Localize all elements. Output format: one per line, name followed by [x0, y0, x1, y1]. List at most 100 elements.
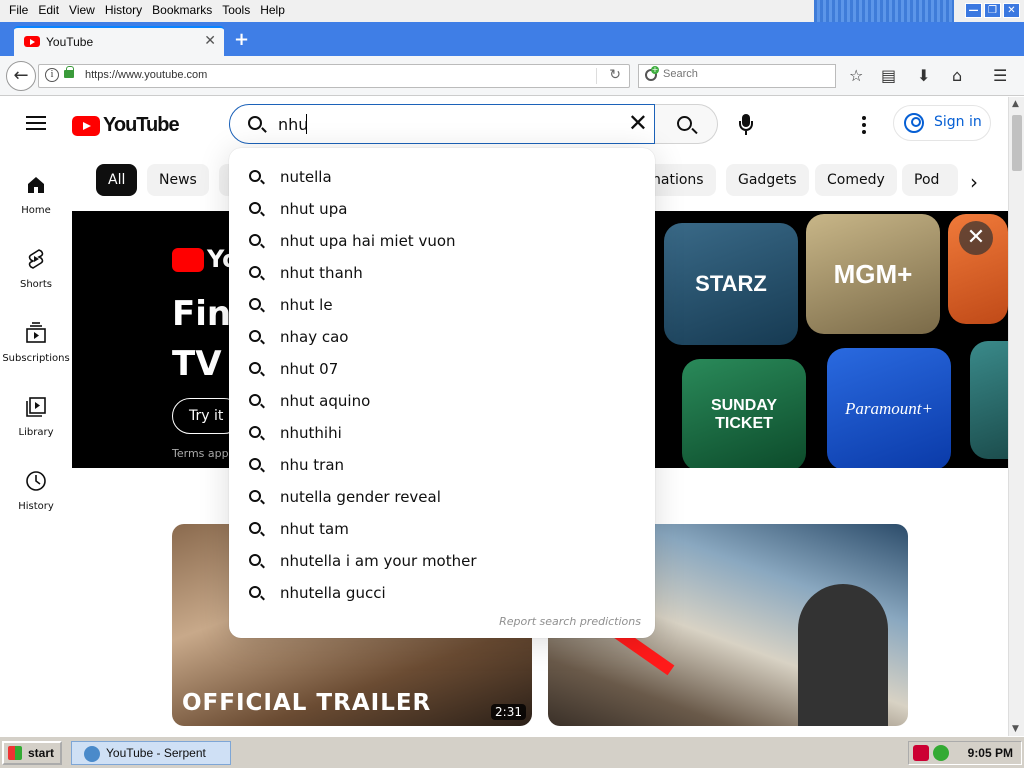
- close-window-button[interactable]: ✕: [1003, 3, 1020, 18]
- text-cursor: [306, 114, 307, 134]
- search-icon: [249, 458, 261, 470]
- menu-file[interactable]: File: [4, 3, 33, 17]
- search-suggestion-item[interactable]: nhu tran: [229, 449, 655, 481]
- chip-comedy[interactable]: Comedy: [815, 164, 897, 196]
- clock: 9:05 PM: [967, 746, 1013, 760]
- guide-item-library[interactable]: Library: [0, 395, 72, 438]
- search-suggestion-item[interactable]: nhut upa: [229, 193, 655, 225]
- shorts-icon: [24, 247, 48, 271]
- suggestion-text: nhuthihi: [280, 424, 342, 442]
- youtube-favicon-icon: [24, 36, 40, 47]
- search-icon: [249, 170, 261, 182]
- microphone-icon[interactable]: [738, 114, 754, 136]
- guide-label: Home: [21, 205, 51, 216]
- youtube-wordmark: YouTube: [103, 114, 180, 136]
- search-input[interactable]: nhu: [278, 115, 308, 134]
- more-options-icon[interactable]: [862, 116, 866, 137]
- report-predictions-link[interactable]: Report search predictions: [499, 615, 641, 628]
- search-icon: [248, 116, 262, 130]
- vertical-scrollbar[interactable]: ▲ ▼: [1008, 97, 1024, 736]
- suggestion-text: nhut aquino: [280, 392, 371, 410]
- browser-search-input[interactable]: [663, 68, 823, 80]
- home-icon: [24, 173, 48, 197]
- suggestion-text: nhut tam: [280, 520, 349, 538]
- chip-gadgets[interactable]: Gadgets: [726, 164, 809, 196]
- search-icon: [677, 116, 692, 131]
- lock-icon[interactable]: [64, 66, 74, 78]
- menu-history[interactable]: History: [100, 3, 147, 17]
- video-duration: 2:31: [491, 704, 526, 720]
- youtube-logo[interactable]: YouTube: [72, 114, 180, 137]
- menu-help[interactable]: Help: [255, 3, 290, 17]
- search-suggestion-item[interactable]: nhut le: [229, 289, 655, 321]
- guide-item-subscriptions[interactable]: Subscriptions: [0, 321, 72, 364]
- menu-bar: File Edit View History Bookmarks Tools H…: [0, 0, 1024, 54]
- guide-item-shorts[interactable]: Shorts: [0, 247, 72, 290]
- search-suggestion-item[interactable]: nhuthihi: [229, 417, 655, 449]
- menu-tools[interactable]: Tools: [217, 3, 255, 17]
- sign-in-button[interactable]: Sign in: [893, 105, 991, 141]
- network-tray-icon[interactable]: [933, 745, 949, 761]
- guide-label: Subscriptions: [2, 353, 70, 364]
- suggestion-text: nhut upa hai miet vuon: [280, 232, 456, 250]
- search-suggestion-item[interactable]: nhay cao: [229, 321, 655, 353]
- start-label: start: [28, 746, 55, 760]
- menu-bookmarks[interactable]: Bookmarks: [147, 3, 217, 17]
- search-suggestion-item[interactable]: nhut tam: [229, 513, 655, 545]
- menu-edit[interactable]: Edit: [33, 3, 64, 17]
- search-suggestion-item[interactable]: nhut 07: [229, 353, 655, 385]
- guide-item-history[interactable]: History: [0, 469, 72, 512]
- reading-list-icon[interactable]: ▤: [881, 66, 896, 85]
- chip-news[interactable]: News: [147, 164, 209, 196]
- reload-icon[interactable]: ↻: [609, 67, 621, 83]
- back-button[interactable]: ←: [6, 61, 36, 91]
- search-suggestion-item[interactable]: nhut thanh: [229, 257, 655, 289]
- browser-search-box[interactable]: +: [638, 64, 836, 88]
- scroll-up-icon[interactable]: ▲: [1012, 99, 1019, 109]
- antivirus-tray-icon[interactable]: [913, 745, 929, 761]
- search-suggestion-item[interactable]: nutella gender reveal: [229, 481, 655, 513]
- suggestion-text: nutella gender reveal: [280, 488, 441, 506]
- account-icon: [904, 113, 924, 133]
- clear-search-icon[interactable]: ✕: [628, 109, 648, 137]
- tile-partial-2: [970, 341, 1008, 459]
- scrollbar-thumb[interactable]: [1012, 115, 1022, 171]
- banner-close-icon[interactable]: ✕: [959, 221, 993, 255]
- search-suggestion-item[interactable]: nhutella gucci: [229, 577, 655, 609]
- menu-view[interactable]: View: [64, 3, 100, 17]
- minimize-button[interactable]: —: [965, 3, 982, 18]
- search-suggestion-item[interactable]: nhut aquino: [229, 385, 655, 417]
- search-icon: [249, 490, 261, 502]
- url-text[interactable]: https://www.youtube.com: [85, 69, 207, 81]
- scroll-down-icon[interactable]: ▼: [1012, 724, 1019, 734]
- tab-youtube[interactable]: YouTube ✕: [14, 26, 224, 56]
- guide-label: Shorts: [19, 279, 53, 290]
- search-suggestion-item[interactable]: nhut upa hai miet vuon: [229, 225, 655, 257]
- search-icon: [249, 330, 261, 342]
- youtube-search-box[interactable]: nhu ✕: [229, 104, 655, 144]
- suggestion-text: nhut thanh: [280, 264, 363, 282]
- home-icon[interactable]: ⌂: [952, 66, 962, 85]
- windows-logo-icon: [8, 746, 22, 760]
- url-bar[interactable]: i https://www.youtube.com ↻: [38, 64, 630, 88]
- chevron-right-icon[interactable]: ›: [970, 170, 978, 194]
- search-suggestion-item[interactable]: nutella: [229, 161, 655, 193]
- search-suggestion-item[interactable]: nhutella i am your mother: [229, 545, 655, 577]
- app-menu-icon[interactable]: ☰: [993, 66, 1007, 85]
- downloads-icon[interactable]: ⬇: [917, 66, 930, 85]
- taskbar-item-browser[interactable]: YouTube - Serpent: [71, 741, 231, 765]
- search-icon: [249, 554, 261, 566]
- start-button[interactable]: start: [2, 741, 62, 765]
- tab-close-icon[interactable]: ✕: [204, 33, 216, 49]
- search-icon: [249, 394, 261, 406]
- guide-menu-icon[interactable]: [26, 116, 46, 130]
- new-tab-button[interactable]: +: [234, 29, 249, 50]
- info-icon[interactable]: i: [45, 68, 59, 82]
- bookmark-star-icon[interactable]: ☆: [849, 66, 863, 85]
- search-button[interactable]: [655, 104, 718, 144]
- guide-item-home[interactable]: Home: [0, 173, 72, 216]
- chip-all[interactable]: All: [96, 164, 138, 196]
- tile-mgm: MGM+: [806, 214, 940, 334]
- restore-button[interactable]: ❐: [984, 3, 1001, 18]
- chip-podcasts[interactable]: Pod: [902, 164, 958, 196]
